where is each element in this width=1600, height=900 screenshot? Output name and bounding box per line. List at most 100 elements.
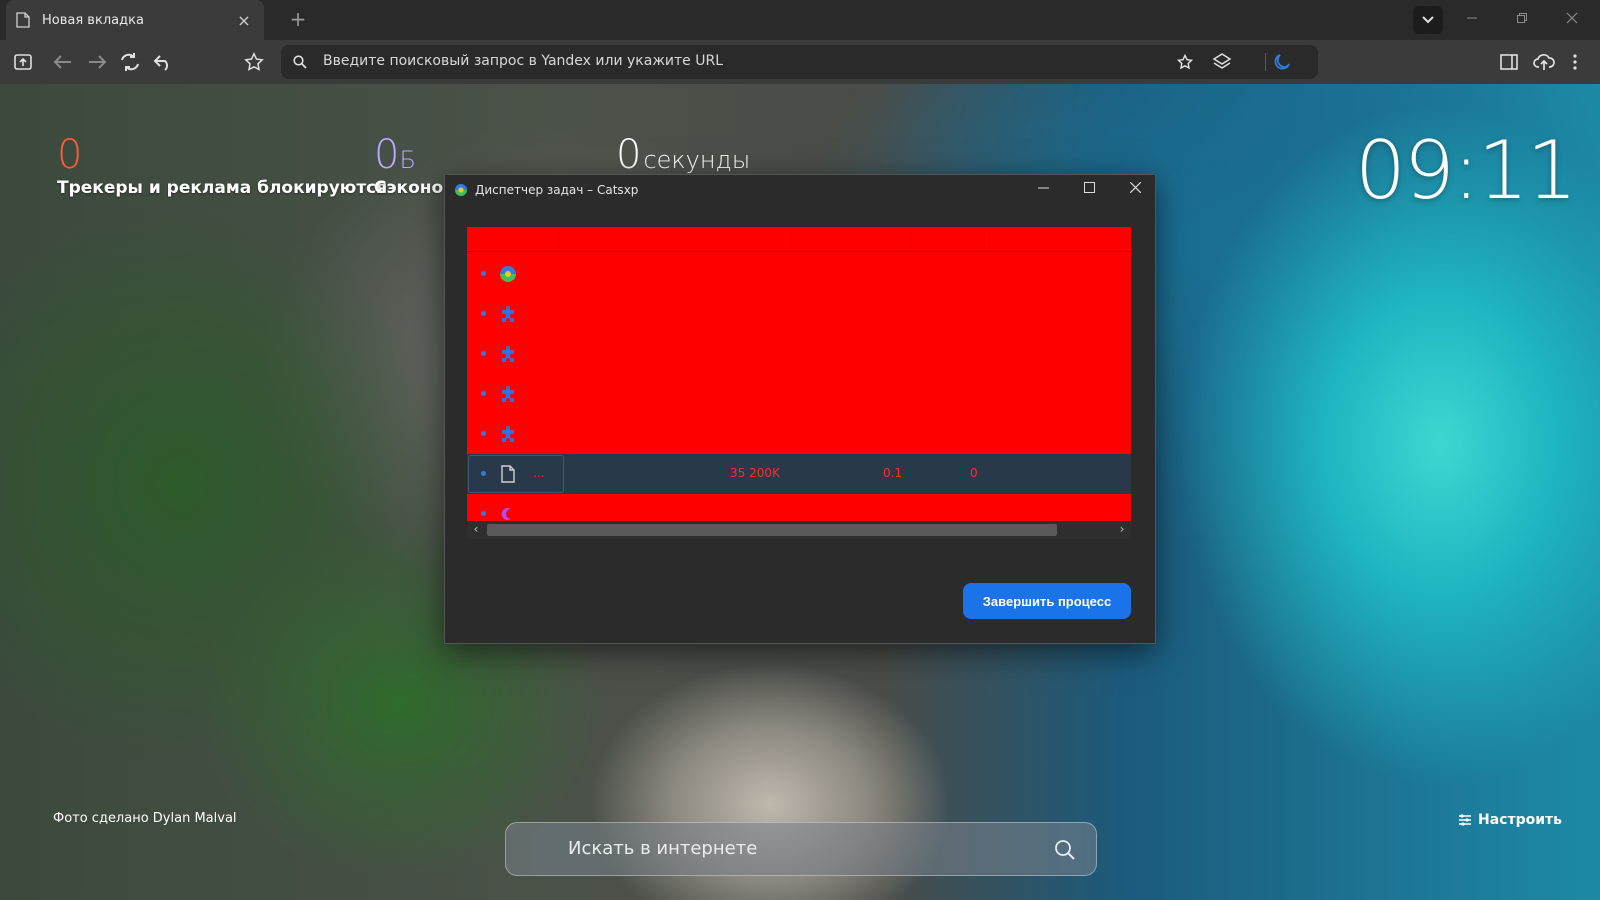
chevron-down-icon xyxy=(1422,16,1434,24)
horizontal-scrollbar[interactable]: ‹ › xyxy=(467,521,1131,539)
table-row[interactable] xyxy=(467,374,1131,414)
table-row[interactable] xyxy=(467,294,1131,334)
table-row[interactable] xyxy=(467,414,1131,454)
table-row[interactable] xyxy=(467,254,1131,294)
stat-bandwidth-unit: Б xyxy=(399,146,416,174)
main-menu-button[interactable] xyxy=(1562,50,1588,74)
browser-logo-icon xyxy=(455,184,467,196)
scroll-right-button[interactable]: › xyxy=(1115,522,1129,536)
shields-button[interactable] xyxy=(1211,51,1233,73)
upload-tray-icon xyxy=(14,54,32,70)
stat-bandwidth-value: 0 xyxy=(374,132,400,178)
puzzle-icon xyxy=(502,346,514,362)
stat-trackers-value: 0 xyxy=(57,132,83,178)
maximize-icon xyxy=(1083,182,1095,193)
customize-label: Настроить xyxy=(1478,812,1562,828)
address-bar[interactable]: Введите поисковый запрос в Yandex или ук… xyxy=(281,45,1318,79)
restore-window-button[interactable] xyxy=(1508,8,1536,32)
memory-cell: 35 200K xyxy=(730,466,780,480)
stat-time-unit: секунды xyxy=(643,146,751,174)
moon-icon xyxy=(1274,54,1290,70)
star-icon xyxy=(1177,54,1193,70)
stat-time: 0секунды xyxy=(616,132,750,178)
network-cell: 0 xyxy=(970,466,978,480)
search-icon xyxy=(293,55,307,69)
settings-sliders-icon xyxy=(1459,814,1471,826)
process-name: ... xyxy=(533,466,545,480)
table-row-selected[interactable]: ... 35 200K 0.1 0 xyxy=(467,454,1131,494)
close-icon xyxy=(1129,181,1141,194)
scrollbar-thumb[interactable] xyxy=(487,524,1057,536)
minimize-icon xyxy=(1037,187,1049,189)
row-bullet xyxy=(481,431,486,436)
puzzle-icon xyxy=(502,426,514,442)
stat-trackers-label: Трекеры и реклама блокируются xyxy=(57,178,388,198)
task-manager-minimize-button[interactable] xyxy=(1030,179,1056,201)
document-icon xyxy=(16,12,30,28)
reload-button[interactable] xyxy=(117,50,143,74)
undo-button[interactable] xyxy=(150,50,176,74)
column-separator[interactable] xyxy=(911,231,912,248)
minimize-icon xyxy=(1467,17,1477,19)
process-table-header xyxy=(467,227,1131,252)
arrow-right-icon xyxy=(89,55,107,69)
forward-button[interactable] xyxy=(84,50,110,74)
sidebar-icon xyxy=(1500,54,1518,70)
arrow-left-icon xyxy=(53,55,71,69)
task-manager-close-button[interactable] xyxy=(1122,179,1148,201)
end-process-button[interactable]: Завершить процесс xyxy=(963,583,1131,619)
sync-button[interactable] xyxy=(1531,50,1557,74)
catsxp-rewards-button[interactable] xyxy=(10,50,36,74)
close-icon xyxy=(1566,12,1578,24)
layers-icon xyxy=(1212,53,1232,69)
puzzle-icon xyxy=(502,386,514,402)
column-separator[interactable] xyxy=(559,231,560,248)
search-icon[interactable] xyxy=(1054,839,1076,861)
close-window-button[interactable] xyxy=(1558,8,1586,32)
star-outline-icon xyxy=(244,52,264,71)
row-bullet xyxy=(481,511,486,516)
new-tab-button[interactable]: + xyxy=(286,8,310,32)
stat-time-value: 0 xyxy=(616,132,642,178)
undo-arrow-icon xyxy=(153,55,168,71)
photo-credit[interactable]: Фото сделано Dylan Malval xyxy=(53,811,237,826)
task-manager-maximize-button[interactable] xyxy=(1076,179,1102,201)
minimize-window-button[interactable] xyxy=(1458,8,1486,32)
web-search-placeholder: Искать в интернете xyxy=(568,838,758,859)
table-row[interactable] xyxy=(467,334,1131,374)
sidebar-toggle-button[interactable] xyxy=(1496,50,1522,74)
customize-button[interactable]: Настроить xyxy=(1458,812,1562,828)
column-separator[interactable] xyxy=(791,231,792,248)
tab-new-tab[interactable]: Новая вкладка × xyxy=(6,0,264,40)
tab-close-button[interactable]: × xyxy=(234,11,254,30)
column-separator[interactable] xyxy=(989,231,990,248)
task-manager-window: Диспетчер задач – Catsxp ... 35 200K 0.1… xyxy=(444,174,1156,644)
row-bullet xyxy=(481,351,486,356)
reload-icon xyxy=(121,53,139,71)
dark-mode-button[interactable] xyxy=(1271,51,1293,73)
address-bar-placeholder: Введите поисковый запрос в Yandex или ук… xyxy=(323,53,724,69)
row-bullet xyxy=(481,311,486,316)
cpu-cell: 0.1 xyxy=(883,466,903,480)
browser-logo-icon xyxy=(500,266,516,282)
row-bullet xyxy=(481,471,486,476)
browser-toolbar: Введите поисковый запрос в Yandex или ук… xyxy=(0,40,1600,84)
clock: 09:11 xyxy=(1355,124,1578,217)
document-icon xyxy=(501,465,515,483)
row-bullet xyxy=(481,391,486,396)
puzzle-icon xyxy=(502,306,514,322)
more-vertical-icon xyxy=(1573,54,1577,70)
process-table[interactable]: ... 35 200K 0.1 0 ‹ › xyxy=(467,227,1131,539)
bookmark-page-button[interactable] xyxy=(1174,51,1196,73)
bookmarks-button[interactable] xyxy=(241,50,267,74)
row-bullet xyxy=(481,271,486,276)
cloud-upload-icon xyxy=(1533,54,1555,70)
web-search-box[interactable]: Искать в интернете xyxy=(505,822,1097,876)
back-button[interactable] xyxy=(50,50,76,74)
scroll-left-button[interactable]: ‹ xyxy=(469,522,483,536)
tab-title: Новая вкладка xyxy=(42,12,144,28)
tab-strip: Новая вкладка × + xyxy=(0,0,1600,40)
restore-icon xyxy=(1517,13,1527,23)
task-manager-title: Диспетчер задач – Catsxp xyxy=(475,183,639,197)
tab-search-button[interactable] xyxy=(1413,6,1443,34)
